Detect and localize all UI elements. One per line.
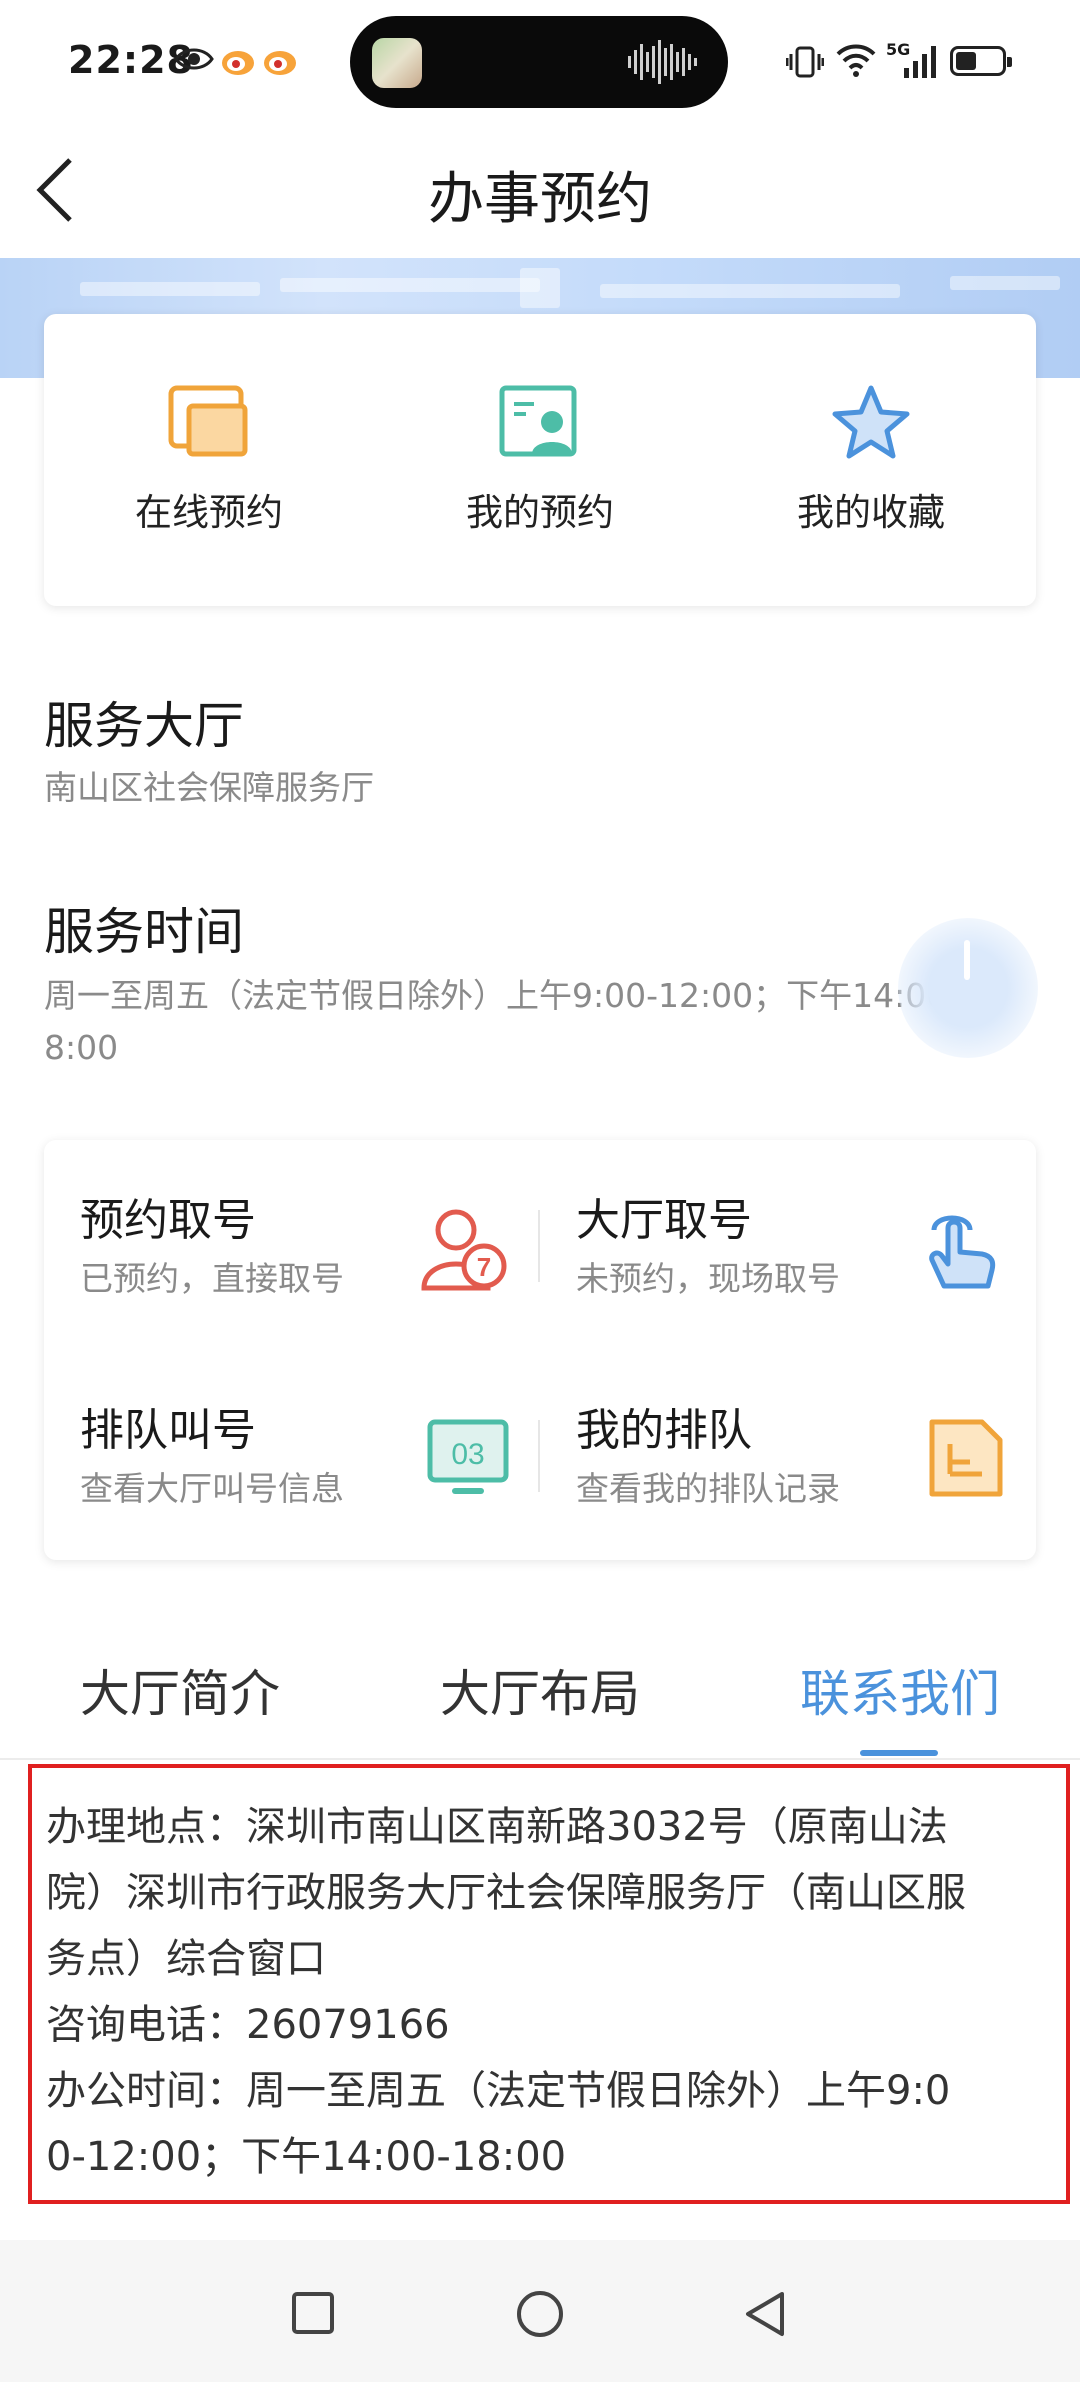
my-queue-sub: 查看我的排队记录	[576, 1469, 840, 1508]
appointment-number-button[interactable]: 预约取号 已预约，直接取号 7	[44, 1140, 540, 1350]
contact-phone[interactable]: 咨询电话：26079166	[46, 1992, 1056, 2058]
my-queue-button[interactable]: 我的排队 查看我的排队记录	[540, 1350, 1036, 1560]
queue-call-title: 排队叫号	[80, 1405, 256, 1456]
online-booking-button[interactable]: 在线预约	[44, 384, 374, 536]
service-hall-heading: 服务大厅	[44, 697, 244, 755]
contact-info-panel: 办理地点：深圳市南山区南新路3032号（原南山法 院）深圳市行政服务大厅社会保障…	[28, 1764, 1070, 2204]
floating-assist-button[interactable]	[898, 918, 1038, 1058]
tab-contact-us[interactable]: 联系我们	[800, 1654, 1000, 1726]
recent-apps-icon[interactable]	[288, 2288, 338, 2338]
service-time-line-2: 8:00	[44, 1028, 119, 1067]
music-cover-icon	[372, 38, 422, 88]
info-tabs: 大厅简介 大厅布局 联系我们	[0, 1630, 1080, 1760]
page-title: 办事预约	[428, 167, 652, 232]
weibo-icon	[222, 51, 254, 75]
hall-number-button[interactable]: 大厅取号 未预约，现场取号	[540, 1140, 1036, 1350]
back-icon[interactable]	[740, 2288, 790, 2340]
status-bar: 22:28 5G	[0, 0, 1080, 126]
vibrate-icon	[786, 46, 824, 78]
my-queue-title: 我的排队	[576, 1405, 752, 1456]
appointment-number-sub: 已预约，直接取号	[80, 1259, 344, 1298]
service-hall-name: 南山区社会保障服务厅	[44, 768, 374, 807]
audio-wave-icon	[628, 40, 697, 84]
my-booking-label: 我的预约	[466, 491, 614, 534]
hall-number-sub: 未预约，现场取号	[576, 1259, 840, 1298]
online-booking-label: 在线预约	[135, 491, 283, 534]
contact-address-line-1: 办理地点：深圳市南山区南新路3032号（原南山法	[46, 1804, 948, 1850]
my-booking-button[interactable]: 我的预约	[375, 384, 705, 536]
svg-text:7: 7	[477, 1252, 491, 1282]
system-navigation-bar	[0, 2240, 1080, 2382]
hand-tap-icon	[929, 1215, 996, 1289]
tab-hall-layout[interactable]: 大厅布局	[440, 1654, 640, 1726]
active-tab-indicator	[860, 1750, 938, 1756]
appointment-number-icon: 7	[421, 1209, 507, 1291]
home-icon[interactable]	[514, 2288, 566, 2340]
service-time-heading: 服务时间	[44, 903, 244, 961]
my-favorites-label: 我的收藏	[797, 491, 945, 534]
queue-display-icon: 03	[427, 1419, 509, 1494]
dynamic-island[interactable]	[350, 16, 728, 108]
queue-call-button[interactable]: 排队叫号 查看大厅叫号信息 03	[44, 1350, 540, 1560]
battery-icon	[950, 46, 1012, 76]
tab-hall-intro[interactable]: 大厅简介	[80, 1654, 280, 1726]
signal-icon	[904, 46, 936, 78]
tabs-divider	[0, 1758, 1080, 1760]
contact-address-line-3: 务点）综合窗口	[46, 1936, 326, 1982]
queue-call-sub: 查看大厅叫号信息	[80, 1469, 344, 1508]
contact-address-line-2: 院）深圳市行政服务大厅社会保障服务厅（南山区服	[46, 1870, 966, 1916]
star-icon	[832, 385, 910, 459]
weibo-icon	[264, 51, 296, 75]
my-favorites-button[interactable]: 我的收藏	[706, 384, 1036, 536]
service-time-line-1: 周一至周五（法定节假日除外）上午9:00-12:00；下午14:00-1	[44, 976, 981, 1015]
queue-record-icon	[929, 1419, 1003, 1497]
services-grid-card: 预约取号 已预约，直接取号 7 大厅取号 未预约，现场取号 排队叫号 查看大厅叫…	[44, 1140, 1036, 1560]
my-booking-icon	[499, 385, 577, 457]
contact-hours-line-2: 0-12:00；下午14:00-18:00	[46, 2134, 567, 2180]
eye-icon	[174, 48, 214, 70]
quick-actions-card: 在线预约 我的预约 我的收藏	[44, 314, 1036, 606]
wifi-icon	[836, 44, 876, 77]
nav-bar: 办事预约	[0, 126, 1080, 258]
contact-hours-line-1: 办公时间：周一至周五（法定节假日除外）上午9:0	[46, 2068, 951, 2114]
appointment-number-title: 预约取号	[80, 1195, 256, 1246]
svg-text:03: 03	[451, 1438, 484, 1471]
online-booking-icon	[168, 385, 248, 457]
hall-number-title: 大厅取号	[576, 1195, 752, 1246]
